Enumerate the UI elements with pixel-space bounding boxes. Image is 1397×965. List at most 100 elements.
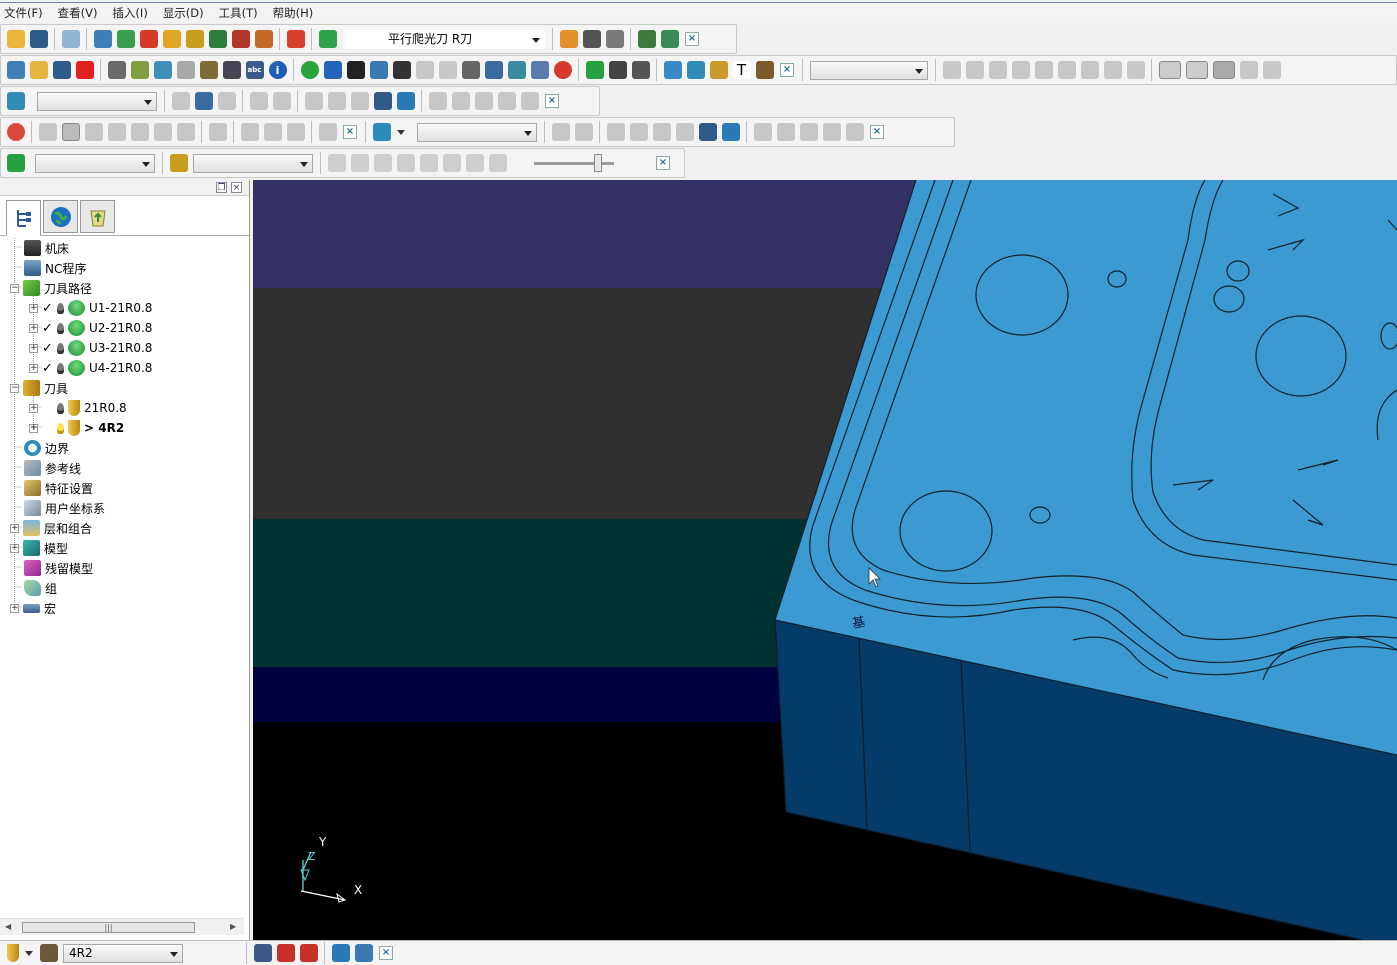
collision-check-icon[interactable]: [253, 944, 272, 962]
tab-recycle[interactable]: [80, 200, 115, 233]
layers-icon[interactable]: [153, 61, 172, 79]
expand-toggle[interactable]: +: [29, 343, 38, 353]
flatten-icon[interactable]: [392, 61, 411, 79]
collapse-toggle[interactable]: −: [10, 283, 19, 293]
close-toolbar-button[interactable]: ×: [656, 156, 670, 170]
link-icon[interactable]: [1262, 61, 1281, 79]
curve-icon[interactable]: [965, 61, 984, 79]
pattern-edit-icon[interactable]: [753, 123, 772, 141]
toolpath-lines-icon[interactable]: [585, 61, 604, 79]
boundary-star2-icon[interactable]: [428, 92, 447, 110]
active-tool-combo[interactable]: 4R2: [63, 943, 183, 963]
graphics-viewport[interactable]: 基 Y X Z: [253, 180, 1397, 940]
close-toolbar-button[interactable]: ×: [343, 125, 357, 139]
document-icon[interactable]: [461, 61, 480, 79]
refresh-icon[interactable]: [415, 61, 434, 79]
tool-holder-icon[interactable]: [254, 30, 273, 48]
toolpath-edit-icon[interactable]: [660, 30, 679, 48]
tree-node-tool-21r08[interactable]: + 21R0.8: [29, 398, 127, 418]
wave-icon[interactable]: [438, 61, 457, 79]
model-icon[interactable]: [38, 123, 57, 141]
lightbulb-icon[interactable]: [57, 362, 64, 374]
block-icon[interactable]: [93, 30, 112, 48]
edit-pen-icon[interactable]: [331, 944, 350, 962]
lightbulb-icon[interactable]: [57, 402, 64, 414]
go-end-icon[interactable]: [488, 154, 507, 172]
mesh-icon[interactable]: [176, 123, 195, 141]
go-start-icon[interactable]: [465, 154, 484, 172]
delete-icon[interactable]: [75, 61, 94, 79]
print-icon[interactable]: [61, 30, 80, 48]
triangle-icon[interactable]: [346, 61, 365, 79]
toolpath-icon[interactable]: [318, 30, 337, 48]
boundary-icon[interactable]: [686, 61, 705, 79]
tree-node-nc-programs[interactable]: NC程序: [24, 258, 86, 278]
half-icon[interactable]: [153, 123, 172, 141]
boundary-3d-icon[interactable]: [350, 92, 369, 110]
boundary-arc-icon[interactable]: [373, 92, 392, 110]
pattern-icon[interactable]: [372, 123, 391, 141]
folder-icon[interactable]: [29, 61, 48, 79]
pattern-arc-icon[interactable]: [698, 123, 717, 141]
stack-icon[interactable]: [240, 123, 259, 141]
zoom-box-icon[interactable]: [608, 61, 627, 79]
tree-node-levels[interactable]: + 层和组合: [10, 518, 92, 538]
tree-node-tool-4r2-active[interactable]: + > 4R2: [29, 418, 124, 438]
pattern-star-icon[interactable]: [629, 123, 648, 141]
axis-icon[interactable]: [631, 61, 650, 79]
tool-shape-icon[interactable]: [39, 944, 58, 962]
list-icon[interactable]: [130, 61, 149, 79]
boundary-cut-icon[interactable]: [520, 92, 539, 110]
cube-icon[interactable]: [709, 61, 728, 79]
open-project-icon[interactable]: [6, 61, 25, 79]
close-toolbar-button[interactable]: ×: [379, 946, 393, 960]
cube2-icon[interactable]: [130, 123, 149, 141]
split-icon[interactable]: [1239, 61, 1258, 79]
checkmark-icon[interactable]: ✓: [42, 301, 54, 316]
view-panel2-icon[interactable]: [1185, 61, 1208, 79]
checkmark-icon[interactable]: ✓: [42, 341, 54, 356]
tool-icon[interactable]: [162, 30, 181, 48]
menu-insert[interactable]: 插入(I): [112, 5, 147, 21]
boundary-edit-icon[interactable]: [171, 92, 190, 110]
pattern-save-icon[interactable]: [574, 123, 593, 141]
status-circle-icon[interactable]: [300, 61, 319, 79]
3d-scene[interactable]: 基 Y X Z: [253, 180, 1397, 940]
scroll-right-icon[interactable]: ▶: [230, 922, 236, 931]
undo-icon[interactable]: [799, 123, 818, 141]
cut-icon[interactable]: [1126, 61, 1145, 79]
view-panel3-icon[interactable]: [1212, 61, 1235, 79]
scroll-thumb[interactable]: |||: [22, 922, 195, 933]
pattern-check-icon[interactable]: [776, 123, 795, 141]
transform-icon[interactable]: [507, 61, 526, 79]
explorer-horizontal-scrollbar[interactable]: ◀ ||| ▶: [0, 918, 244, 935]
gear2-icon[interactable]: [107, 123, 126, 141]
rotate-icon[interactable]: [1011, 61, 1030, 79]
ruler-icon[interactable]: [605, 30, 624, 48]
tree-node-workplanes[interactable]: 用户坐标系: [24, 498, 105, 518]
boundary-save-icon[interactable]: [272, 92, 291, 110]
pen-icon[interactable]: [323, 61, 342, 79]
open-folder-icon[interactable]: [6, 30, 25, 48]
view-combo[interactable]: [810, 60, 928, 80]
tab-explorer[interactable]: [6, 200, 41, 236]
expand-toggle[interactable]: +: [29, 303, 38, 313]
holder-icon[interactable]: [755, 61, 774, 79]
toolpath-strategy-icon[interactable]: [185, 30, 204, 48]
boundary-open-icon[interactable]: [249, 92, 268, 110]
tree-node-models[interactable]: + 模型: [10, 538, 68, 558]
expand-toggle[interactable]: +: [10, 523, 19, 533]
edit-icon[interactable]: [942, 61, 961, 79]
close-toolbar-button[interactable]: ×: [545, 94, 559, 108]
menu-help[interactable]: 帮助(H): [273, 5, 314, 21]
move-icon[interactable]: [484, 61, 503, 79]
tree-node-machine[interactable]: 机床: [24, 238, 69, 258]
text-icon[interactable]: T: [732, 61, 751, 79]
chevron-down-icon[interactable]: [397, 129, 405, 135]
toolpath-list-icon[interactable]: [637, 30, 656, 48]
shaded-icon[interactable]: [84, 123, 103, 141]
save-icon[interactable]: [29, 30, 48, 48]
view-panel-icon[interactable]: [1158, 61, 1181, 79]
layers2-icon[interactable]: [1034, 61, 1053, 79]
tree-node-toolpath-u2[interactable]: + ✓ U2-21R0.8: [29, 318, 152, 338]
